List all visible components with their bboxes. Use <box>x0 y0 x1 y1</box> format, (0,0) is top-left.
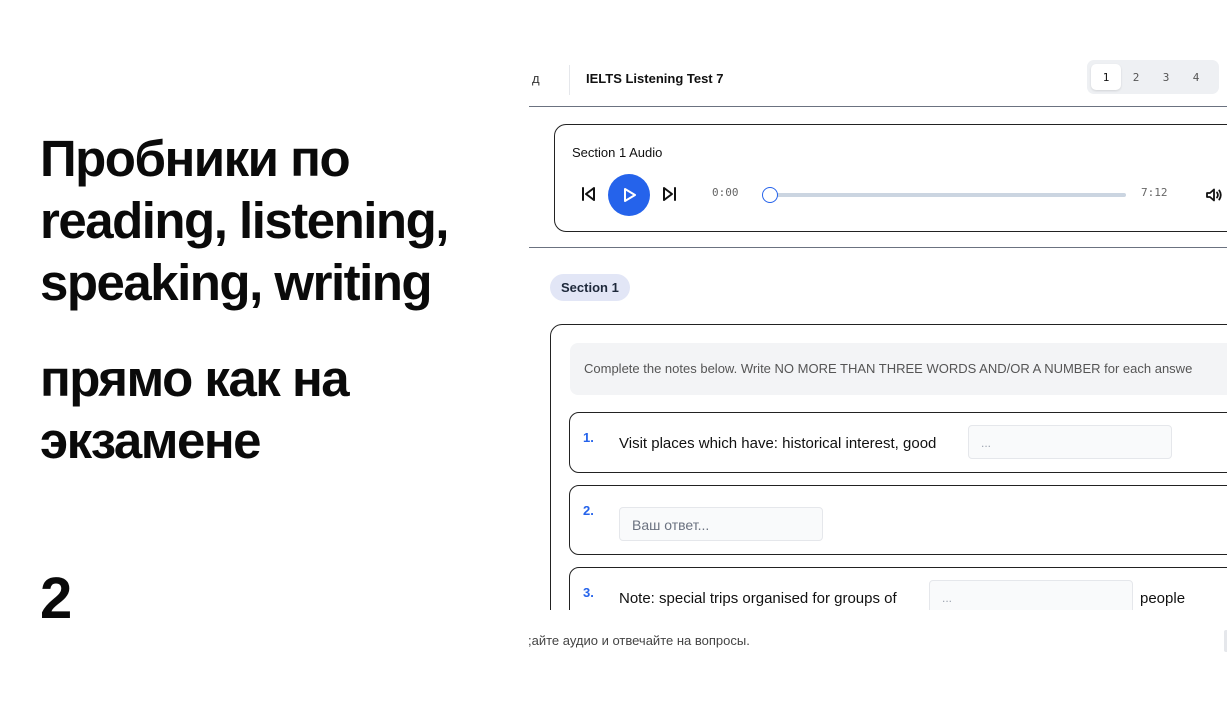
question-number: 3. <box>583 585 594 600</box>
answer-input-2[interactable]: Ваш ответ... <box>619 507 823 541</box>
skip-back-icon[interactable] <box>580 185 598 203</box>
back-link-fragment[interactable]: д <box>532 71 540 86</box>
audio-title: Section 1 Audio <box>572 145 663 160</box>
section-badge: Section 1 <box>550 274 630 301</box>
play-button[interactable] <box>608 174 650 216</box>
promo-title: Пробники по reading, listening, speaking… <box>40 130 449 311</box>
question-text: Note: special trips organised for groups… <box>619 590 897 607</box>
volume-icon[interactable] <box>1205 186 1223 204</box>
tab-section-3[interactable]: 3 <box>1151 64 1181 90</box>
seek-track <box>762 193 1126 197</box>
total-time: 7:12 <box>1141 186 1168 199</box>
question-suffix: people <box>1140 590 1186 607</box>
play-icon <box>624 188 636 202</box>
player-zone: Section 1 Audio 0:00 7:12 <box>529 108 1227 248</box>
tab-section-2[interactable]: 2 <box>1121 64 1151 90</box>
tab-section-1[interactable]: 1 <box>1091 64 1121 90</box>
slide-number: 2 <box>40 566 72 631</box>
promo-subtitle: прямо как на экзамене <box>40 350 350 469</box>
tab-section-4[interactable]: 4 <box>1181 64 1211 90</box>
seek-thumb[interactable] <box>762 187 778 203</box>
skip-forward-icon[interactable] <box>660 185 678 203</box>
instructions: Complete the notes below. Write NO MORE … <box>570 343 1227 395</box>
seek-slider[interactable] <box>762 187 1126 203</box>
section-tabs: 1 2 3 4 <box>1087 60 1219 94</box>
audio-player: Section 1 Audio 0:00 7:12 <box>554 124 1227 232</box>
question-number: 2. <box>583 503 594 518</box>
question-1: 1. Visit places which have: historical i… <box>569 412 1227 473</box>
answer-input-3[interactable]: ... <box>929 580 1133 610</box>
test-app-panel: д IELTS Listening Test 7 1 2 3 4 Section… <box>529 0 1227 610</box>
question-text: Visit places which have: historical inte… <box>619 435 937 452</box>
divider <box>569 65 570 95</box>
test-title: IELTS Listening Test 7 <box>586 71 724 86</box>
footer-instruction: ;айте аудио и отвечайте на вопросы. <box>528 633 750 648</box>
question-2: 2. Ваш ответ... <box>569 485 1227 555</box>
current-time: 0:00 <box>712 186 739 199</box>
questions-card: Complete the notes below. Write NO MORE … <box>550 324 1227 610</box>
answer-input-1[interactable]: ... <box>968 425 1172 459</box>
question-number: 1. <box>583 430 594 445</box>
top-bar: д IELTS Listening Test 7 1 2 3 4 <box>529 55 1227 107</box>
question-3: 3. Note: special trips organised for gro… <box>569 567 1227 610</box>
